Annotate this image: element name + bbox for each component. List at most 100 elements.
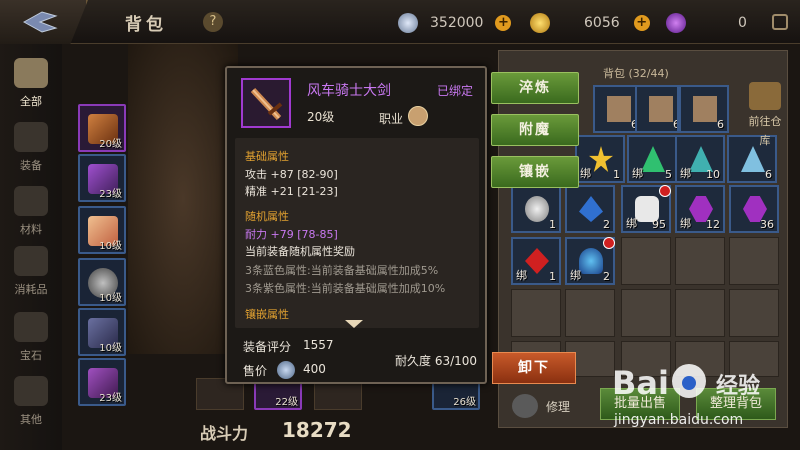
- repair-label: 修理: [546, 400, 571, 414]
- category-label: 材料: [20, 223, 42, 236]
- book-icon: [693, 96, 717, 122]
- watermark-cn: 经验: [716, 374, 761, 399]
- bound-tag: 绑: [680, 167, 691, 180]
- armor-icon: [14, 122, 48, 152]
- inventory-item[interactable]: 绑 1: [511, 237, 561, 285]
- gold-amount: 6056: [584, 15, 620, 31]
- unequip-button[interactable]: 卸下: [492, 352, 576, 384]
- green-crystal-icon: [641, 146, 665, 172]
- knight-class-icon: [408, 106, 428, 126]
- category-label: 其他: [20, 413, 42, 426]
- equip-slot-shoulder[interactable]: 10级: [78, 206, 126, 254]
- empty-slot[interactable]: [675, 289, 725, 337]
- slot-level: 20级: [99, 139, 122, 150]
- inventory-title: 背包 (32/44): [603, 67, 669, 80]
- empty-slot[interactable]: [729, 289, 779, 337]
- category-all[interactable]: 全部: [0, 52, 62, 114]
- inventory-item[interactable]: 绑 1: [575, 135, 625, 183]
- silver-coin-icon: [277, 361, 295, 379]
- star-icon: [589, 146, 613, 172]
- gold-coin-icon: [530, 13, 550, 33]
- score-label: 装备评分: [243, 340, 292, 354]
- inventory-item[interactable]: 绑 10: [675, 135, 725, 183]
- equip-slot-ring[interactable]: 10级: [78, 258, 126, 306]
- random-attr-header: 随机属性: [245, 210, 289, 223]
- inventory-item[interactable]: 绑 12: [675, 185, 725, 233]
- gem-amount: 0: [738, 15, 747, 31]
- bound-tag: 绑: [580, 167, 591, 180]
- all-category-icon: [14, 58, 48, 88]
- category-consumables[interactable]: 消耗品: [0, 240, 62, 302]
- equip-slot-chest[interactable]: 10级: [78, 308, 126, 356]
- equip-slot-boots[interactable]: 23级: [78, 358, 126, 406]
- equip-slot-helmet[interactable]: 23级: [78, 154, 126, 202]
- price-value: 400: [303, 362, 326, 376]
- bound-tag: 绑: [516, 269, 527, 282]
- chest-icon: [749, 82, 781, 110]
- ruby-icon: [525, 248, 549, 274]
- blue-bonus-line: 3条蓝色属性:当前装备基础属性加成5%: [245, 264, 439, 277]
- item-tooltip: 风车骑士大剑 已绑定 20级 职业 基础属性 攻击 +87 [82-90] 精准…: [225, 66, 487, 384]
- inventory-item[interactable]: 绑 2: [565, 237, 615, 285]
- character-scene: [128, 44, 238, 354]
- score-value: 1557: [303, 338, 334, 352]
- category-equipment[interactable]: 装备: [0, 116, 62, 178]
- category-label: 宝石: [20, 349, 42, 362]
- gem-icon: [14, 312, 48, 342]
- base-attr-header: 基础属性: [245, 150, 289, 163]
- enchant-button[interactable]: 附魔: [491, 114, 579, 146]
- equip-slot-weapon[interactable]: 20级: [78, 104, 126, 152]
- stamina-attr: 耐力 +79 [78-85]: [245, 228, 338, 241]
- warehouse-button[interactable]: 前往仓库: [745, 82, 785, 148]
- scroll-down-icon[interactable]: [345, 320, 363, 328]
- bound-tag: 绑: [632, 167, 643, 180]
- empty-slot[interactable]: [565, 289, 615, 337]
- item-count: 36: [760, 218, 774, 231]
- materials-icon: [14, 186, 48, 216]
- inlay-button[interactable]: 镶嵌: [491, 156, 579, 188]
- item-count: 1: [549, 218, 556, 231]
- book-icon: [649, 96, 673, 122]
- price-label: 售价: [243, 364, 268, 378]
- blue-crystal-icon: [741, 146, 765, 172]
- attack-attr: 攻击 +87 [82-90]: [245, 168, 338, 181]
- item-count: 5: [665, 168, 672, 181]
- refine-button[interactable]: 淬炼: [491, 72, 579, 104]
- inventory-item[interactable]: 2: [565, 185, 615, 233]
- slot-level: 10级: [99, 293, 122, 304]
- empty-slot[interactable]: [621, 289, 671, 337]
- slot-level: 22级: [275, 397, 298, 408]
- help-button[interactable]: ?: [203, 12, 223, 32]
- inventory-item[interactable]: 6: [679, 85, 729, 133]
- empty-slot[interactable]: [621, 237, 671, 285]
- category-label: 装备: [20, 159, 42, 172]
- item-count: 6: [765, 168, 772, 181]
- inventory-item[interactable]: 绑 5: [627, 135, 677, 183]
- empty-slot[interactable]: [675, 237, 725, 285]
- add-gold-button[interactable]: +: [633, 15, 650, 31]
- category-materials[interactable]: 材料: [0, 180, 62, 242]
- greatsword-icon: [250, 87, 283, 121]
- inventory-item[interactable]: 绑 95: [621, 185, 671, 233]
- slot-level: 10级: [99, 343, 122, 354]
- empty-slot[interactable]: [729, 237, 779, 285]
- back-button[interactable]: [0, 0, 88, 44]
- item-count: 12: [706, 218, 720, 231]
- pearl-icon: [525, 196, 549, 222]
- item-count: 95: [652, 218, 666, 231]
- item-count: 1: [549, 270, 556, 283]
- inventory-item[interactable]: 1: [511, 185, 561, 233]
- repair-button[interactable]: 修理: [510, 392, 580, 420]
- category-sidebar: 全部 装备 材料 消耗品 宝石 其他: [0, 44, 62, 450]
- add-silver-button[interactable]: +: [495, 15, 512, 31]
- sapphire-icon: [579, 196, 603, 222]
- category-gems[interactable]: 宝石: [0, 306, 62, 368]
- category-other[interactable]: 其他: [0, 370, 62, 432]
- close-icon[interactable]: [772, 14, 788, 30]
- notification-dot: [659, 185, 671, 197]
- inventory-item[interactable]: 36: [729, 185, 779, 233]
- silver-coin-icon: [398, 13, 418, 33]
- tooltip-header: 风车骑士大剑 已绑定 20级 职业: [227, 68, 485, 134]
- empty-slot[interactable]: [511, 289, 561, 337]
- watermark-logo: Bai: [612, 364, 669, 402]
